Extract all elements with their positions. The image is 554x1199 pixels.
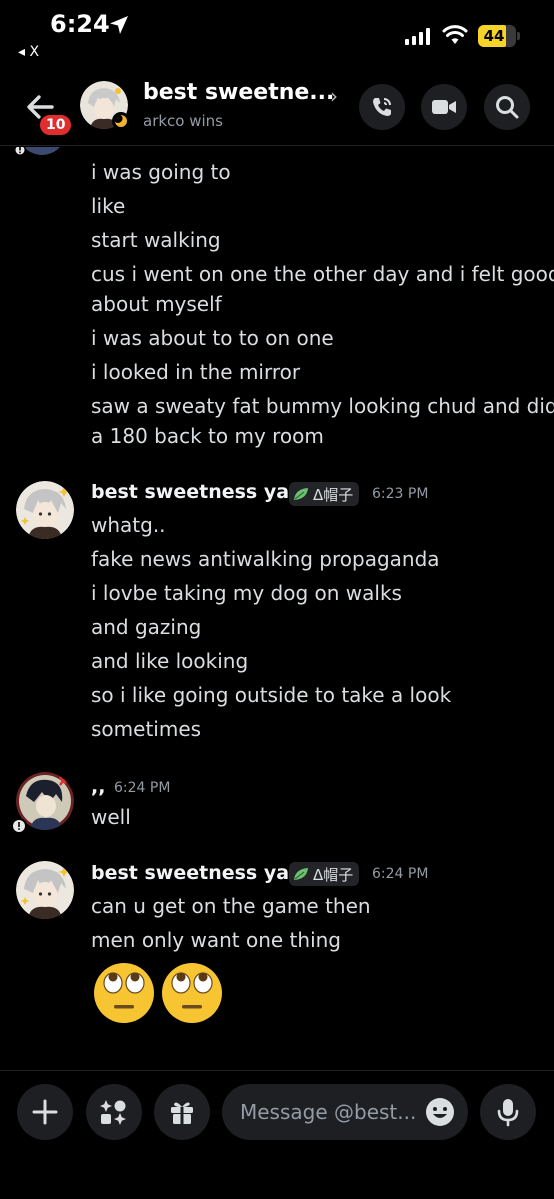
idle-status-icon	[112, 112, 130, 130]
message-line: and gazing	[91, 615, 202, 639]
video-call-button[interactable]	[421, 84, 467, 130]
message-line: i looked in the mirror	[91, 360, 301, 384]
apps-sparkle-icon	[100, 1100, 126, 1125]
add-attachment-button[interactable]	[17, 1084, 73, 1140]
message-input[interactable]: Message @best...	[222, 1084, 468, 1140]
message-author[interactable]: ,,	[91, 776, 105, 798]
leaf-icon	[294, 488, 308, 500]
message-author[interactable]: best sweetness yan	[91, 862, 303, 884]
message-line: like	[91, 194, 126, 218]
gift-button[interactable]	[154, 1084, 210, 1140]
message-line: and like looking	[91, 649, 249, 673]
message-timestamp: 6:23 PM	[372, 486, 429, 502]
status-bar: 6:24 ◂ X 44	[0, 0, 554, 70]
channel-subtitle: arkco wins	[143, 112, 223, 130]
video-camera-icon	[432, 100, 456, 114]
cellular-signal-icon	[405, 28, 430, 45]
leaf-icon	[294, 868, 308, 880]
avatar[interactable]	[16, 861, 74, 919]
voice-message-button[interactable]	[480, 1084, 536, 1140]
message-line: can u get on the game then	[91, 894, 371, 918]
microphone-icon	[497, 1099, 519, 1127]
channel-header: 10 best sweetne... › arkco wins	[0, 70, 554, 146]
battery-cap	[517, 32, 520, 40]
message-line: well	[91, 805, 131, 829]
role-tag[interactable]: Δ帽子	[289, 862, 360, 886]
message-line: men only want one thing	[91, 928, 341, 952]
message-line: sometimes	[91, 717, 202, 741]
message-line: whatg..	[91, 513, 166, 537]
dnd-status-icon	[11, 818, 27, 834]
message-line: i was about to to on one	[91, 326, 334, 350]
back-to-app-link[interactable]: ◂ X	[18, 44, 39, 60]
wifi-icon	[442, 25, 468, 44]
plus-icon	[32, 1099, 58, 1125]
message-author[interactable]: best sweetness yan	[91, 481, 303, 503]
message-timestamp: 6:24 PM	[114, 780, 171, 796]
search-button[interactable]	[484, 84, 530, 130]
rolling-eyes-emoji-icon[interactable]	[92, 961, 156, 1025]
rolling-eyes-emoji-icon[interactable]	[160, 961, 224, 1025]
composer-bar: Message @best...	[0, 1070, 554, 1199]
message-line: fake news antiwalking propaganda	[91, 547, 440, 571]
message-line: cus i went on one the other day and i fe…	[91, 262, 554, 286]
message-timestamp: 6:24 PM	[372, 866, 429, 882]
role-tag-label: Δ帽子	[313, 865, 354, 884]
avatar[interactable]	[14, 147, 70, 157]
message-line: start walking	[91, 228, 221, 252]
emoji-picker-icon[interactable]	[424, 1096, 456, 1128]
channel-title[interactable]: best sweetne...	[143, 80, 334, 105]
message-line: i lovbe taking my dog on walks	[91, 581, 402, 605]
unread-badge: 10	[38, 113, 74, 137]
battery-indicator: 44	[478, 25, 516, 47]
message-line: about myself	[91, 292, 222, 316]
message-line: i was going to	[91, 160, 231, 184]
phone-icon	[373, 98, 391, 116]
role-tag-label: Δ帽子	[313, 485, 354, 504]
role-tag[interactable]: Δ帽子	[289, 482, 360, 506]
message-list[interactable]: i was going to like start walking cus i …	[0, 147, 554, 1067]
message-line: so i like going outside to take a look	[91, 683, 452, 707]
gift-icon	[171, 1102, 193, 1124]
search-icon	[496, 96, 519, 119]
apps-button[interactable]	[86, 1084, 142, 1140]
message-input-placeholder: Message @best...	[240, 1100, 417, 1124]
chevron-right-icon[interactable]: ›	[330, 84, 338, 108]
location-arrow-icon	[110, 16, 128, 34]
status-time: 6:24	[50, 10, 110, 38]
message-line: a 180 back to my room	[91, 424, 324, 448]
avatar[interactable]	[16, 481, 74, 539]
message-line: saw a sweaty fat bummy looking chud and …	[91, 394, 554, 418]
battery-percentage: 44	[483, 27, 505, 45]
voice-call-button[interactable]	[359, 84, 405, 130]
